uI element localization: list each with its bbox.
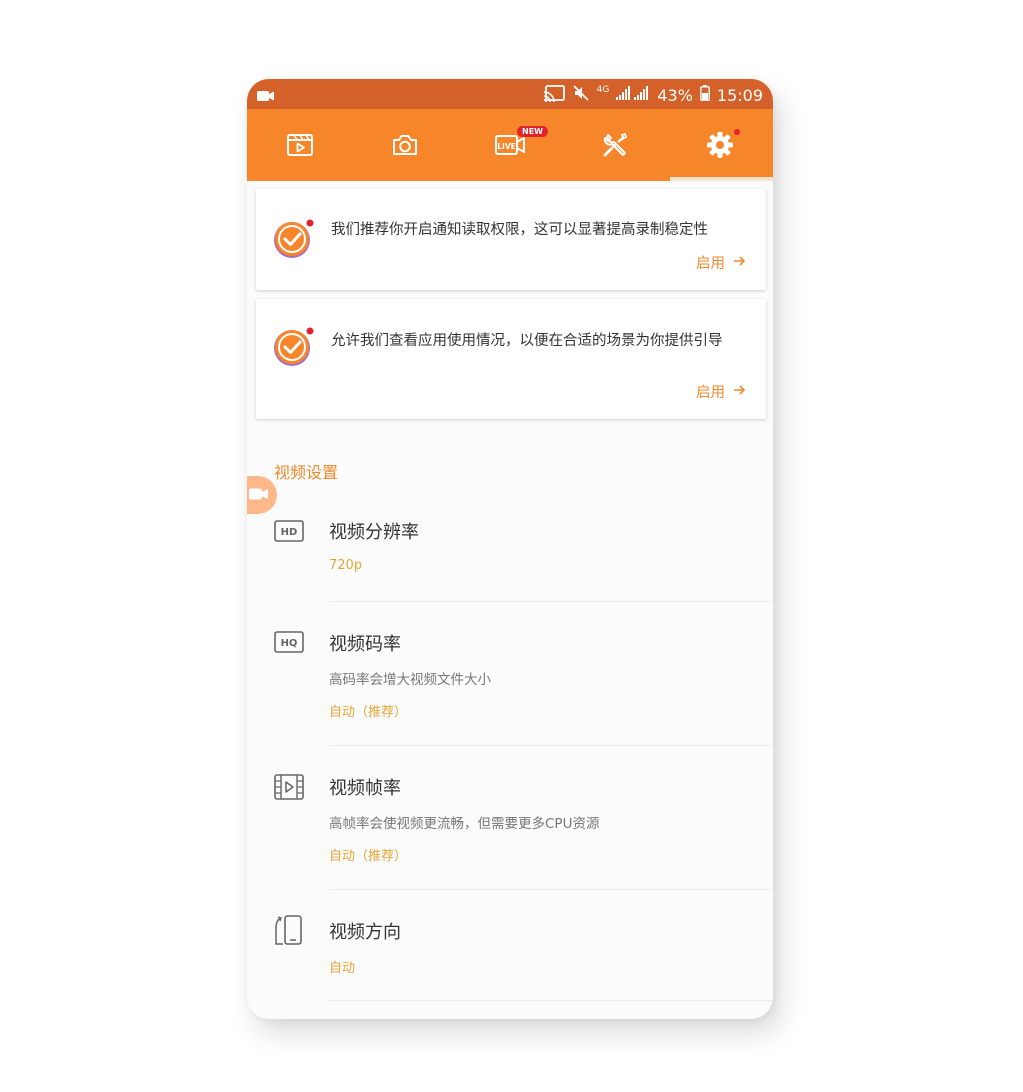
check-badge-icon (272, 218, 316, 266)
enable-label: 启用 (696, 385, 725, 401)
divider (329, 745, 773, 746)
tab-bar: LIVE NEW (247, 109, 773, 181)
new-badge: NEW (517, 126, 548, 137)
hd-icon: HD (274, 520, 304, 546)
selected-tab-indicator (670, 177, 773, 181)
live-icon: LIVE NEW (495, 126, 548, 157)
svg-text:LIVE: LIVE (497, 142, 516, 151)
arrow-right-icon (733, 255, 746, 271)
check-badge-icon (272, 326, 316, 374)
setting-description: 高码率会增大视频文件大小 (329, 672, 491, 688)
settings-notification-dot (734, 129, 741, 135)
setting-value: 自动（推荐） (329, 849, 408, 864)
mute-icon (572, 84, 590, 106)
setting-title: 视频帧率 (329, 778, 401, 799)
gear-icon (705, 129, 741, 160)
tab-live[interactable]: LIVE NEW (457, 109, 562, 181)
hq-icon: HQ (274, 631, 304, 657)
arrow-right-icon (733, 384, 746, 400)
film-frame-icon (274, 774, 304, 804)
divider (329, 889, 773, 890)
notification-permission-card: 我们推荐你开启通知读取权限，这可以显著提高录制稳定性 启用 (256, 189, 766, 290)
setting-video-bitrate[interactable]: HQ 视频码率 高码率会增大视频文件大小 自动（推荐） (247, 609, 773, 746)
camera-icon (391, 132, 419, 158)
svg-text:HD: HD (281, 527, 298, 538)
network-type: 4G (596, 85, 610, 95)
tab-screenshot[interactable] (352, 109, 457, 181)
section-title: 视频设置 (274, 463, 339, 482)
setting-title: 视频方向 (329, 922, 401, 943)
enable-button[interactable]: 启用 (696, 252, 746, 273)
signal-icon (616, 85, 650, 105)
setting-video-resolution[interactable]: HD 视频分辨率 720p (247, 499, 773, 602)
card-message: 我们推荐你开启通知读取权限，这可以显著提高录制稳定性 (331, 222, 708, 238)
battery-percent: 43% (657, 85, 693, 105)
enable-label: 启用 (696, 256, 725, 272)
setting-video-orientation[interactable]: 视频方向 自动 (247, 897, 773, 1003)
video-list-icon (286, 132, 314, 158)
tools-icon (601, 131, 629, 159)
setting-title: 视频码率 (329, 634, 401, 655)
usage-access-card: 允许我们查看应用使用情况，以便在合适的场景为你提供引导 启用 (256, 299, 766, 419)
svg-text:HQ: HQ (281, 638, 298, 649)
tab-videos[interactable] (247, 109, 352, 181)
setting-value: 自动 (329, 961, 356, 976)
setting-value: 720p (329, 558, 363, 573)
setting-description: 高帧率会使视频更流畅，但需要更多CPU资源 (329, 816, 600, 832)
phone-screen: 4G 43% 15:09 LIVE NEW 我们推荐你开启通知读取权限，这可以显… (247, 79, 773, 1019)
tab-settings[interactable] (668, 109, 773, 181)
tab-tools[interactable] (563, 109, 668, 181)
clock: 15:09 (716, 85, 763, 105)
divider (329, 1000, 773, 1001)
setting-title: 视频分辨率 (329, 522, 419, 543)
cast-icon (543, 84, 565, 106)
screen-record-icon (257, 87, 275, 106)
divider (329, 601, 773, 602)
setting-video-framerate[interactable]: 视频帧率 高帧率会使视频更流畅，但需要更多CPU资源 自动（推荐） (247, 753, 773, 890)
battery-icon (699, 85, 710, 105)
phone-rotate-icon (274, 914, 304, 950)
setting-value: 自动（推荐） (329, 705, 408, 720)
enable-button[interactable]: 启用 (696, 381, 746, 402)
status-bar: 4G 43% 15:09 (247, 79, 773, 109)
card-message: 允许我们查看应用使用情况，以便在合适的场景为你提供引导 (331, 333, 723, 349)
